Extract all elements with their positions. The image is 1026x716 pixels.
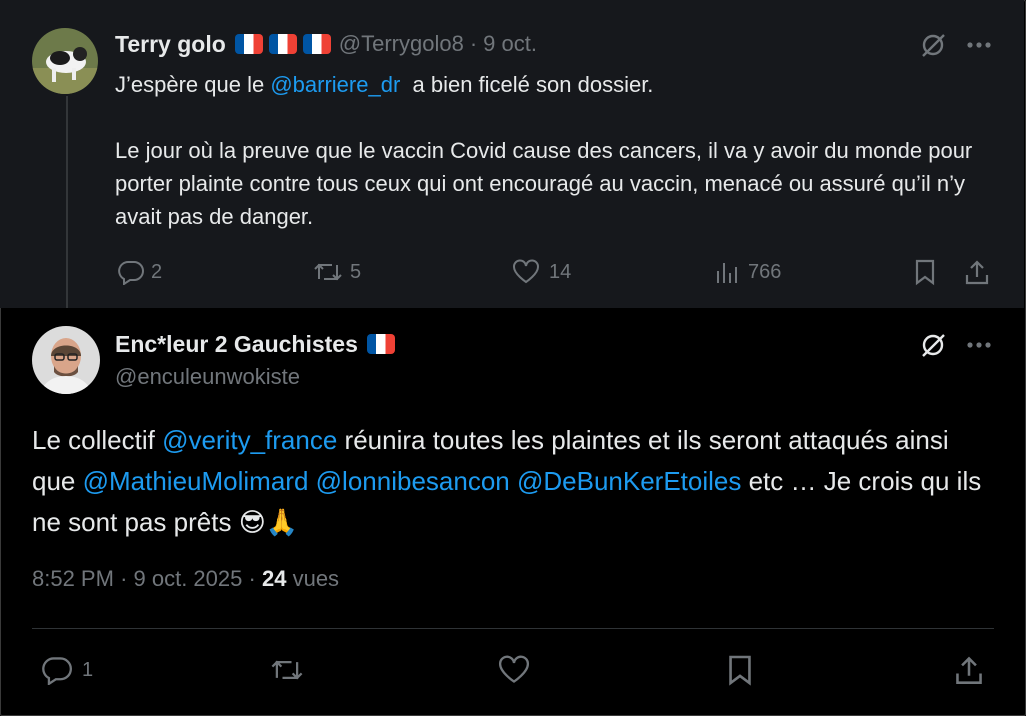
- like-button[interactable]: [494, 652, 534, 688]
- share-icon: [956, 656, 982, 684]
- separator-dot: ·: [248, 566, 256, 591]
- text-segment: a bien ficelé son dossier.: [400, 72, 654, 97]
- tweet-metadata: 8:52 PM · 9 oct. 2025 · 24 vues: [32, 566, 339, 592]
- views-label: vues: [292, 566, 340, 591]
- repost-button[interactable]: [268, 652, 306, 688]
- bookmark-icon: [729, 655, 751, 686]
- more-options-icon[interactable]: [962, 328, 996, 362]
- heart-icon: [499, 655, 529, 683]
- divider: [32, 628, 994, 629]
- text-segment: Le collectif: [32, 425, 163, 455]
- repost-button[interactable]: 5: [312, 256, 361, 288]
- mention-link[interactable]: @MathieuMolimard: [83, 466, 309, 496]
- thread-connector-line: [66, 96, 68, 308]
- parent-tweet-text: J’espère que le @barriere_dr a bien fice…: [115, 68, 995, 233]
- repost-count: 5: [350, 260, 362, 283]
- reply-icon: [118, 261, 144, 285]
- repost-icon: [314, 263, 342, 281]
- author-name[interactable]: Terry golo: [115, 31, 226, 58]
- reply-count: 1: [82, 658, 94, 681]
- france-flag-icon: [302, 34, 331, 54]
- france-flag-icon: [234, 34, 263, 54]
- views-count: 24: [261, 566, 287, 591]
- mention-link[interactable]: @verity_france: [162, 425, 337, 455]
- text-segment: [308, 466, 315, 496]
- grok-icon[interactable]: [916, 328, 950, 362]
- text-paragraph: Le jour où la preuve que le vaccin Covid…: [115, 138, 973, 229]
- bookmark-button[interactable]: [724, 650, 756, 690]
- mention-link[interactable]: @barriere_dr: [270, 72, 400, 97]
- tweet-date[interactable]: 9 oct.: [483, 31, 537, 57]
- separator-dot: ·: [469, 31, 478, 56]
- bookmark-button[interactable]: [910, 256, 940, 288]
- views-button[interactable]: 766: [714, 256, 781, 288]
- separator-dot: ·: [120, 566, 128, 591]
- heart-icon: [513, 259, 539, 284]
- avatar[interactable]: [32, 326, 100, 394]
- text-segment: [510, 466, 517, 496]
- france-flag-icon: [268, 34, 297, 54]
- share-button[interactable]: [952, 650, 986, 690]
- reply-icon: [42, 657, 72, 685]
- emoji-text: 😎🙏: [238, 507, 299, 537]
- bookmark-icon: [915, 259, 935, 286]
- share-icon: [965, 260, 989, 285]
- repost-icon: [271, 660, 303, 680]
- mention-link[interactable]: @lonnibesancon: [316, 466, 510, 496]
- text-segment: J’espère que le: [115, 72, 271, 97]
- parent-tweet-header: Terry golo @Terrygolo8 · 9 oct.: [115, 28, 537, 60]
- tweet-time[interactable]: 8:52 PM: [32, 566, 114, 591]
- like-count: 14: [549, 260, 572, 283]
- reply-button[interactable]: 2: [117, 256, 162, 288]
- parent-tweet[interactable]: Terry golo @Terrygolo8 · 9 oct. J’espère…: [0, 0, 1024, 308]
- author-handle[interactable]: @Terrygolo8: [339, 31, 464, 57]
- more-options-icon[interactable]: [962, 28, 996, 62]
- like-button[interactable]: 14: [511, 256, 571, 288]
- france-flag-icon: [366, 334, 395, 354]
- author-handle[interactable]: @enculeunwokiste: [115, 364, 300, 390]
- mention-link[interactable]: @DeBunKerEtoiles: [517, 466, 741, 496]
- avatar[interactable]: [32, 28, 98, 94]
- reply-count: 2: [151, 260, 163, 283]
- author-name[interactable]: Enc*leur 2 Gauchistes: [115, 331, 358, 358]
- grok-icon[interactable]: [916, 28, 950, 62]
- tweet-date[interactable]: 9 oct. 2025: [134, 566, 243, 591]
- main-tweet-handle-row: @enculeunwokiste: [115, 362, 300, 392]
- analytics-icon: [717, 263, 737, 283]
- main-tweet-text: Le collectif @verity_france réunira tout…: [32, 420, 992, 543]
- share-button[interactable]: [962, 256, 992, 288]
- reply-button[interactable]: 1: [40, 652, 93, 688]
- main-tweet-header: Enc*leur 2 Gauchistes: [115, 328, 395, 360]
- view-count: 766: [748, 260, 782, 283]
